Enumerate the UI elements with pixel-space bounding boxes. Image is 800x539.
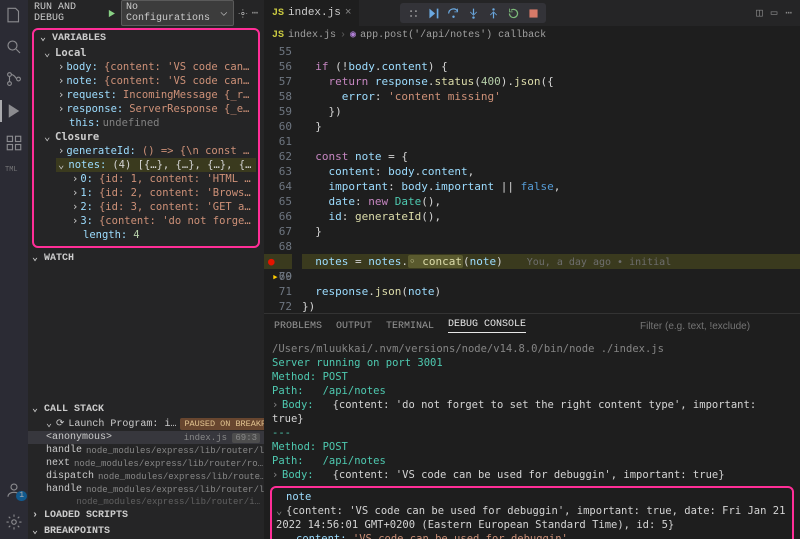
tab-problems[interactable]: PROBLEMS (274, 321, 322, 332)
chevron-right-icon: › (340, 30, 346, 41)
paused-badge: PAUSED ON BREAKPOINT (180, 418, 264, 430)
var-notes-3[interactable]: ›3:{content: 'do not forget to set the r… (70, 214, 256, 228)
console-note-highlight-box: note ⌄{content: 'VS code can be used for… (270, 486, 794, 539)
chevron-down-icon (219, 8, 229, 19)
drag-handle-icon[interactable] (404, 5, 422, 21)
panel-title: RUN AND DEBUG (34, 2, 103, 24)
frame-3[interactable]: dispatchnode_modules/express/lib/route… (28, 470, 264, 483)
callstack-thread[interactable]: ⌄⟳Launch Program: i…PAUSED ON BREAKPOINT (28, 417, 264, 431)
tab-terminal[interactable]: TERMINAL (386, 321, 434, 332)
code-editor[interactable]: 5556575859606162636465666768▸69707172 if… (264, 44, 800, 313)
var-request[interactable]: ›request:IncomingMessage {_readableState… (56, 88, 256, 102)
account-icon[interactable]: 1 (5, 481, 23, 499)
console-cmd: /Users/mluukkai/.nvm/versions/node/v14.8… (272, 342, 792, 356)
restart-button[interactable] (504, 5, 522, 21)
var-note[interactable]: ›note:{content: 'VS code can be used for… (56, 74, 256, 88)
section-variables[interactable]: ⌄Variables (36, 30, 256, 46)
section-callstack[interactable]: ⌄Call Stack (28, 401, 264, 417)
frame-1[interactable]: handlenode_modules/express/lib/router/l… (28, 444, 264, 457)
debug-config-select[interactable]: No Configurations (121, 0, 234, 26)
source-control-icon[interactable] (5, 70, 23, 88)
toggle-layout-icon[interactable]: ▭ (771, 6, 778, 20)
account-badge: 1 (16, 491, 27, 501)
scope-local[interactable]: ⌄Local (42, 46, 256, 60)
frame-2[interactable]: nextnode_modules/express/lib/router/ro… (28, 457, 264, 470)
tab-label: index.js (288, 7, 341, 19)
git-blame-inline: You, a day ago • initial (527, 257, 672, 268)
continue-button[interactable] (424, 5, 442, 21)
tab-index-js[interactable]: JS index.js × (264, 0, 360, 26)
var-generateId[interactable]: ›generateId:() => {\n const maxId = note… (56, 144, 256, 158)
variables-highlight-box: ⌄Variables ⌄Local ›body:{content: 'VS co… (32, 28, 260, 248)
section-breakpoints[interactable]: ⌄Breakpoints (28, 523, 264, 539)
console-filter-input[interactable] (640, 321, 790, 332)
more-actions-icon[interactable]: ⋯ (785, 6, 792, 20)
tabs-row: JS index.js × ◫ ▭ ⋯ (264, 0, 800, 26)
frame-4[interactable]: handlenode_modules/express/lib/router/l… (28, 483, 264, 496)
var-body[interactable]: ›body:{content: 'VS code can be used for… (56, 60, 256, 74)
var-notes-length[interactable]: length:4 (70, 228, 256, 242)
more-icon[interactable]: ⋯ (252, 7, 258, 20)
section-loaded-scripts[interactable]: ›Loaded Scripts (28, 508, 264, 523)
tml-icon[interactable]: TML (5, 166, 23, 184)
stop-button[interactable] (524, 5, 542, 21)
extensions-icon[interactable] (5, 134, 23, 152)
gutter: 5556575859606162636465666768▸69707172 (264, 44, 302, 313)
run-debug-icon[interactable] (5, 102, 23, 120)
method-icon: ◉ (350, 29, 356, 41)
files-icon[interactable] (5, 6, 23, 24)
tab-debug-console[interactable]: DEBUG CONSOLE (448, 319, 526, 333)
start-debug-icon[interactable] (107, 8, 117, 19)
activity-bar: TML 1 (0, 0, 28, 539)
var-notes-1[interactable]: ›1:{id: 2, content: 'Browser can execute… (70, 186, 256, 200)
var-notes-0[interactable]: ›0:{id: 1, content: 'HTML is easy', date… (70, 172, 256, 186)
var-notes-2[interactable]: ›2:{id: 3, content: 'GET and POST are th… (70, 200, 256, 214)
frame-5[interactable]: node_modules/express/lib/router/i… (28, 496, 264, 508)
search-icon[interactable] (5, 38, 23, 56)
config-label: No Configurations (126, 2, 216, 24)
var-response[interactable]: ›response:ServerResponse {_events: {…}, … (56, 102, 256, 116)
section-watch[interactable]: ⌄Watch (28, 250, 264, 266)
breadcrumb[interactable]: JS index.js › ◉ app.post('/api/notes') c… (264, 26, 800, 44)
settings-gear-icon[interactable] (5, 513, 23, 531)
scope-closure[interactable]: ⌄Closure (42, 130, 256, 144)
debug-console[interactable]: /Users/mluukkai/.nvm/versions/node/v14.8… (264, 338, 800, 539)
debug-top-bar: RUN AND DEBUG No Configurations ⋯ (28, 0, 264, 26)
step-out-button[interactable] (484, 5, 502, 21)
var-this[interactable]: this:undefined (56, 116, 256, 130)
js-file-icon: JS (272, 30, 284, 41)
tab-output[interactable]: OUTPUT (336, 321, 372, 332)
split-editor-icon[interactable]: ◫ (756, 6, 763, 20)
frame-0[interactable]: <anonymous>index.js 69:3 (28, 431, 264, 444)
code-lines: if (!body.content) { return response.sta… (302, 44, 800, 313)
close-tab-icon[interactable]: × (345, 7, 352, 19)
js-file-icon: JS (272, 8, 284, 19)
step-into-button[interactable] (464, 5, 482, 21)
debug-toolbar (400, 3, 546, 23)
debug-side-panel: RUN AND DEBUG No Configurations ⋯ ⌄Varia… (28, 0, 264, 539)
bottom-panel: PROBLEMS OUTPUT TERMINAL DEBUG CONSOLE /… (264, 313, 800, 539)
panel-tabs: PROBLEMS OUTPUT TERMINAL DEBUG CONSOLE (264, 314, 800, 338)
var-notes[interactable]: ⌄notes:(4) [{…}, {…}, {…}, {…}] (56, 158, 256, 172)
step-over-button[interactable] (444, 5, 462, 21)
editor-area: JS index.js × ◫ ▭ ⋯ JS index.js › ◉ app.… (264, 0, 800, 539)
gear-icon[interactable] (238, 8, 248, 19)
